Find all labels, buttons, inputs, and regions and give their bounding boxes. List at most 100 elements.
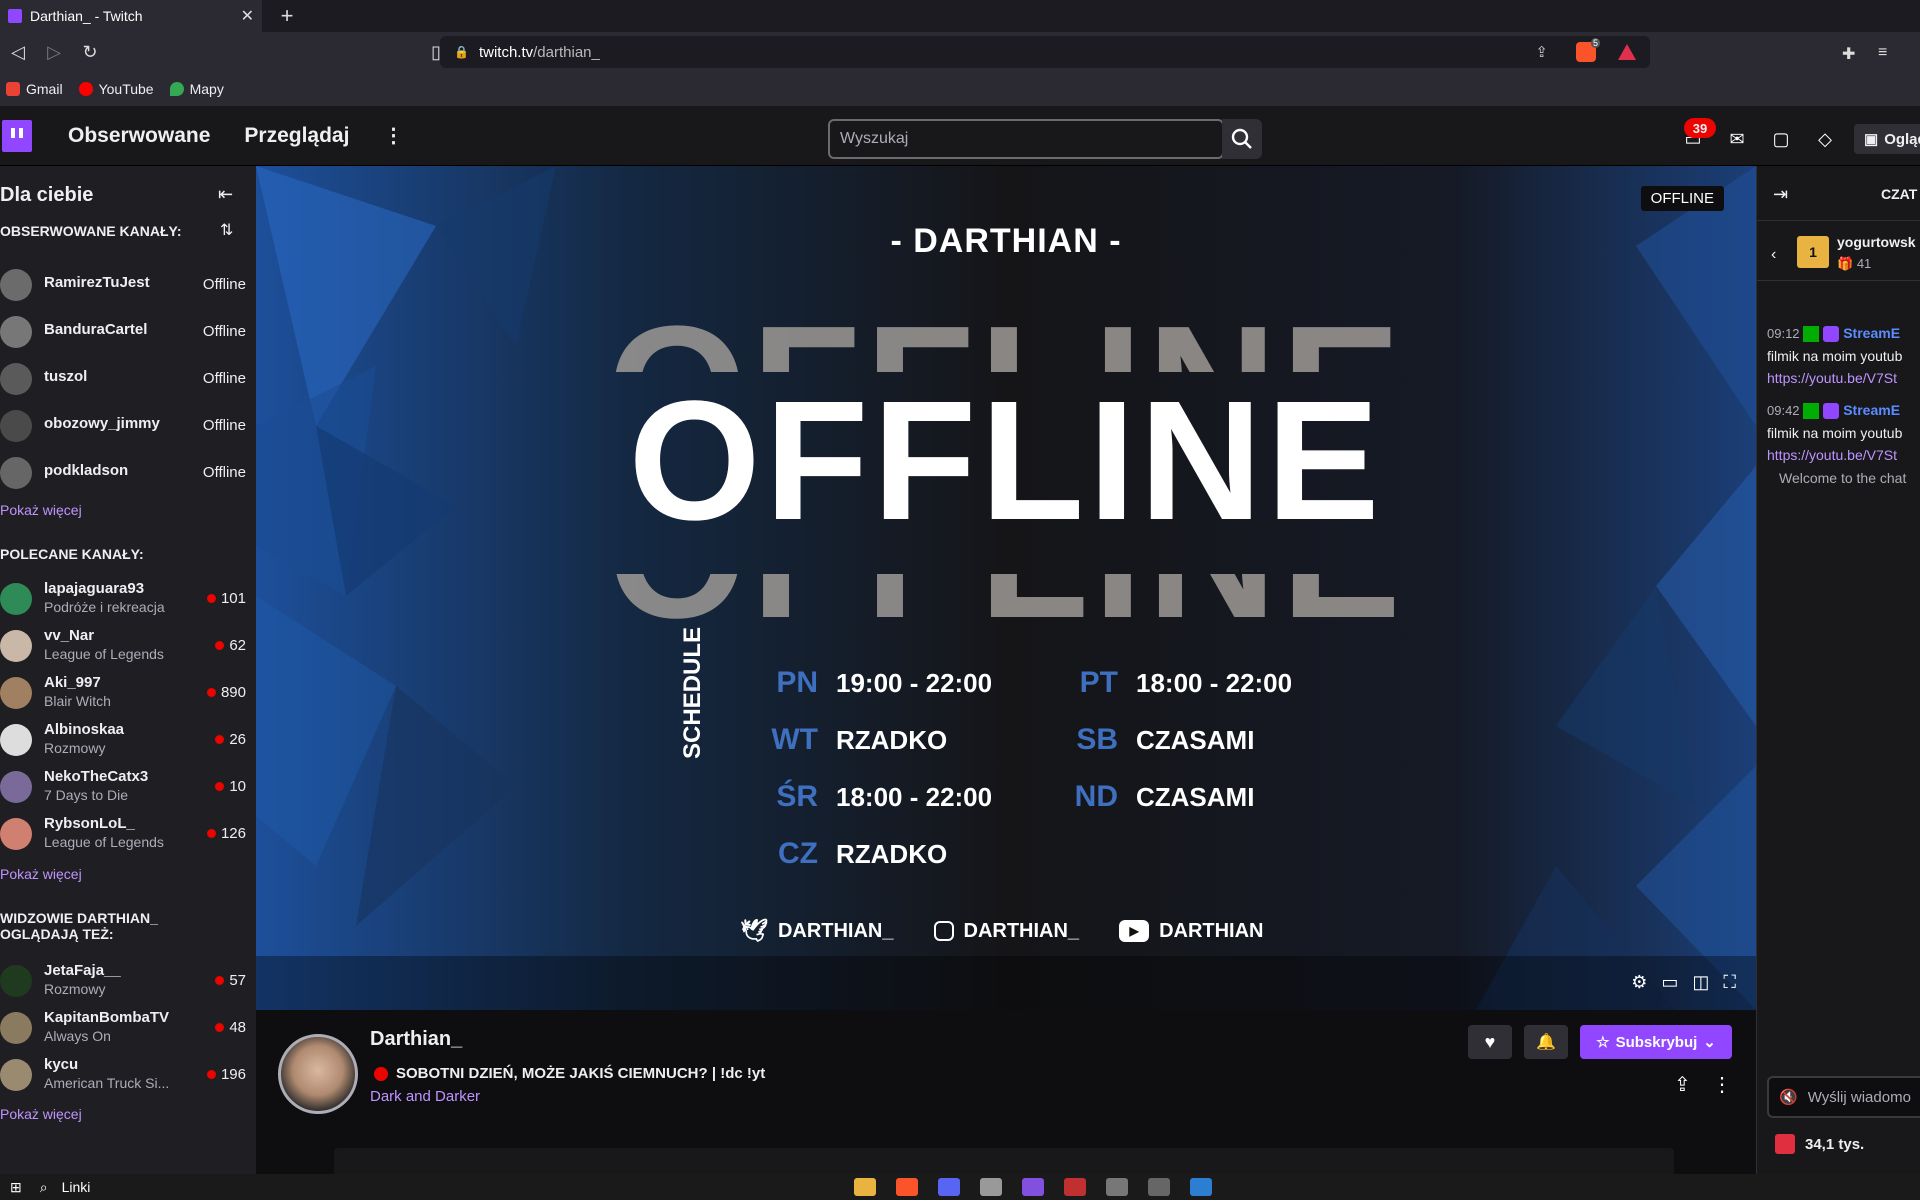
recommended-channel[interactable]: NekoTheCatx3 7 Days to Die 10 xyxy=(0,764,256,810)
watch-label: Ogląd xyxy=(1884,130,1920,148)
search-icon[interactable]: ⌕ xyxy=(40,1179,48,1196)
channel-name[interactable]: Darthian_ xyxy=(370,1028,462,1051)
share-icon[interactable]: ⇪ xyxy=(1535,43,1548,61)
message-user[interactable]: StreamE xyxy=(1843,325,1900,341)
followed-channel[interactable]: RamirezTuJest Offline xyxy=(0,262,256,308)
brave-shield-count: 5 xyxy=(1590,38,1600,48)
chevron-left-icon[interactable]: ‹ xyxy=(1771,246,1776,264)
youtube-play-icon: ▶ xyxy=(1119,920,1150,942)
sort-icon[interactable]: ⇅ xyxy=(220,220,233,240)
channel-status: Offline xyxy=(202,276,246,293)
file-explorer-icon[interactable] xyxy=(854,1178,877,1196)
channel-game: American Truck Si... xyxy=(44,1075,170,1091)
brave-rewards-icon[interactable] xyxy=(1618,44,1636,60)
nav-following[interactable]: Obserwowane xyxy=(68,124,210,148)
twitter-bird-icon: 🕊 xyxy=(740,918,768,943)
recommended-channel[interactable]: Aki_997 Blair Witch 890 xyxy=(0,670,256,716)
instagram-label: DARTHIAN_ xyxy=(963,919,1080,942)
discord-icon[interactable] xyxy=(938,1178,961,1196)
viewer-count: 57 xyxy=(215,972,246,989)
schedule-row: CZ RZADKO xyxy=(754,837,1054,871)
twitch-logo-icon[interactable] xyxy=(2,119,32,152)
watch-button[interactable]: ▣ Ogląd xyxy=(1854,124,1920,154)
viewers-also-channel[interactable]: kycu American Truck Si... 196 xyxy=(0,1052,256,1098)
channel-points[interactable]: 34,1 tys. xyxy=(1775,1134,1864,1154)
back-icon[interactable]: ◁ xyxy=(0,34,36,70)
stream-category-link[interactable]: Dark and Darker xyxy=(370,1088,480,1105)
address-bar[interactable]: 🔒 twitch.tv /darthian_ ⇪ 5 xyxy=(440,36,1650,68)
forward-icon[interactable]: ▷ xyxy=(36,34,72,70)
notification-bell-button[interactable]: 🔔 xyxy=(1524,1025,1568,1059)
instagram-icon xyxy=(933,921,954,941)
recommended-channel[interactable]: RybsonLoL_ League of Legends 126 xyxy=(0,811,256,857)
message-link[interactable]: https://youtu.be/V7St xyxy=(1767,367,1920,389)
fullscreen-icon[interactable]: ⛶ xyxy=(1723,972,1736,993)
windows-start-icon[interactable]: ⊞ xyxy=(10,1179,22,1196)
settings-gear-icon[interactable]: ⚙ xyxy=(1631,972,1647,993)
more-options-vertical-icon[interactable]: ⋮ xyxy=(1712,1072,1732,1097)
viewers-also-channel[interactable]: JetaFaja__ Rozmowy 57 xyxy=(0,958,256,1004)
avatar xyxy=(0,316,32,348)
whispers-mail-icon[interactable]: ✉ xyxy=(1724,126,1750,152)
chat-input[interactable]: 🔇 Wyślij wiadomo xyxy=(1767,1076,1920,1118)
extensions-icon[interactable]: ✚ xyxy=(1842,44,1855,64)
show-more-viewers-also-link[interactable]: Pokaż więcej xyxy=(0,1106,82,1122)
viewer-count: 126 xyxy=(206,825,246,842)
bookmark-mapy[interactable]: Mapy xyxy=(169,81,224,97)
followed-channel[interactable]: BanduraCartel Offline xyxy=(0,309,256,355)
show-more-followed-link[interactable]: Pokaż więcej xyxy=(0,502,82,518)
avatar xyxy=(0,410,32,442)
bookmark-gmail[interactable]: Gmail xyxy=(6,81,63,97)
viewer-count: 890 xyxy=(206,684,246,701)
collapse-sidebar-icon[interactable]: ⇤ xyxy=(218,184,233,205)
collapse-chat-icon[interactable]: ⇥ xyxy=(1773,184,1788,205)
brave-shield-icon[interactable]: 5 xyxy=(1576,38,1600,62)
viewers-also-channel[interactable]: KapitanBombaTV Always On 48 xyxy=(0,1005,256,1051)
photos-icon[interactable] xyxy=(1190,1178,1213,1196)
followed-channel[interactable]: obozowy_jimmy Offline xyxy=(0,403,256,449)
message-link[interactable]: https://youtu.be/V7St xyxy=(1767,444,1920,466)
browser-tab[interactable]: Darthian_ - Twitch ✕ xyxy=(0,0,262,32)
github-icon[interactable] xyxy=(1022,1178,1045,1196)
mute-speaker-icon[interactable]: 🔇 xyxy=(1779,1088,1798,1106)
recommended-channel[interactable]: lapajaguara93 Podróże i rekreacja 101 xyxy=(0,576,256,622)
chrome-icon[interactable] xyxy=(980,1178,1003,1196)
channel-info-bar: Darthian_ SOBOTNI DZIEŃ, MOŻE JAKIŚ CIEM… xyxy=(256,1010,1756,1174)
channel-avatar[interactable] xyxy=(278,1034,358,1114)
live-dot-icon xyxy=(206,688,216,697)
brave-browser-icon[interactable] xyxy=(896,1178,919,1196)
live-dot-icon xyxy=(215,976,225,985)
split-view-icon[interactable]: ◫ xyxy=(1692,972,1709,993)
new-tab-button[interactable]: + xyxy=(272,0,302,32)
channel-name: KapitanBombaTV xyxy=(44,1009,170,1026)
follow-heart-button[interactable]: ♥ xyxy=(1468,1025,1512,1059)
message-user[interactable]: StreamE xyxy=(1843,402,1900,418)
cube-app-icon[interactable] xyxy=(1106,1178,1129,1196)
more-options-icon[interactable]: ⋮ xyxy=(383,123,403,148)
followed-channel[interactable]: tuszol Offline xyxy=(0,356,256,402)
followed-channel[interactable]: podkladson Offline xyxy=(0,450,256,496)
subscribe-button[interactable]: ☆ Subskrybuj ⌄ xyxy=(1580,1025,1732,1059)
show-more-recommended-link[interactable]: Pokaż więcej xyxy=(0,866,82,882)
playlist-icon[interactable]: ≡ xyxy=(1878,44,1887,62)
video-player[interactable]: OFFLINE - DARTHIAN - OFFLINE OFFLINE OFF… xyxy=(256,166,1756,1010)
theatre-mode-icon[interactable]: ▭ xyxy=(1661,972,1678,993)
bookmark-youtube[interactable]: YouTube xyxy=(78,81,154,97)
reload-icon[interactable]: ↻ xyxy=(72,34,108,70)
chat-bubble-icon[interactable]: ▢ xyxy=(1768,126,1794,152)
viewer-count: 101 xyxy=(206,590,246,607)
chat-input-placeholder: Wyślij wiadomo xyxy=(1807,1088,1911,1106)
prime-crown-icon[interactable]: ◇ xyxy=(1812,126,1838,152)
settings-app-icon[interactable] xyxy=(1148,1178,1171,1196)
taskbar-links-label[interactable]: Linki xyxy=(62,1179,91,1195)
channel-name: podkladson xyxy=(44,462,129,479)
close-tab-icon[interactable]: ✕ xyxy=(241,6,254,26)
search-button[interactable] xyxy=(1222,119,1262,159)
search-input[interactable]: Wyszukaj xyxy=(828,119,1224,159)
recommended-channel[interactable]: Albinoskaa Rozmowy 26 xyxy=(0,717,256,763)
nav-browse[interactable]: Przeglądaj xyxy=(244,124,349,148)
rd-app-icon[interactable] xyxy=(1064,1178,1087,1196)
share-upload-icon[interactable]: ⇪ xyxy=(1674,1072,1691,1097)
gift-count: 🎁 41 xyxy=(1837,256,1871,272)
recommended-channel[interactable]: vv_Nar League of Legends 62 xyxy=(0,623,256,669)
